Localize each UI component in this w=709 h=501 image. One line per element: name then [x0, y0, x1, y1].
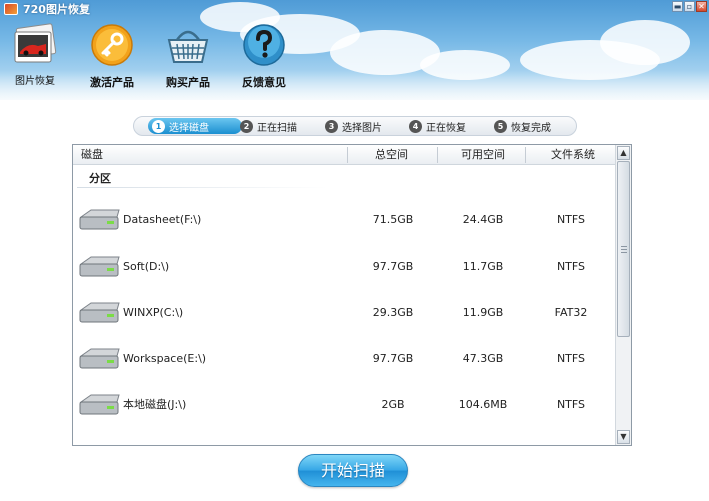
scroll-up-button[interactable]: ▲	[617, 146, 630, 160]
toolbar-photo-recovery[interactable]: 图片恢复	[8, 20, 62, 87]
table-row[interactable]: Datasheet(F:\) 71.5GB 24.4GB NTFS	[73, 203, 615, 237]
table-row[interactable]: WINXP(C:\) 29.3GB 11.9GB FAT32	[73, 296, 615, 330]
step-progress: 1 选择磁盘 2 正在扫描 3 选择图片 4 正在恢复 5 恢复完成	[133, 116, 577, 136]
disk-name: Datasheet(F:\)	[123, 213, 202, 226]
step-number: 4	[409, 119, 422, 133]
disk-fs: NTFS	[556, 260, 586, 273]
disk-total: 2GB	[381, 398, 405, 411]
step-recovering: 4 正在恢复	[409, 118, 466, 134]
disk-free: 47.3GB	[462, 352, 504, 365]
scroll-grip	[621, 249, 627, 250]
vertical-scrollbar[interactable]: ▲ ▼	[615, 145, 631, 445]
start-scan-button[interactable]: 开始扫描	[298, 454, 408, 487]
step-label: 恢复完成	[511, 122, 551, 134]
disk-total: 97.7GB	[372, 260, 414, 273]
cloud	[600, 20, 690, 65]
toolbar-label: 图片恢复	[15, 76, 55, 87]
hard-drive-icon	[79, 256, 120, 277]
disk-fs: NTFS	[556, 352, 586, 365]
window-controls: ▬ ▫ ✕	[671, 1, 707, 12]
table-row[interactable]: Workspace(E:\) 97.7GB 47.3GB NTFS	[73, 342, 615, 376]
column-divider[interactable]	[347, 147, 348, 163]
step-number: 3	[325, 119, 338, 133]
disk-list-panel: 磁盘 总空间 可用空间 文件系统 分区 Datasheet(F:\) 71.5G…	[72, 144, 632, 446]
title-bar[interactable]: 720图片恢复 ▬ ▫ ✕	[0, 0, 709, 18]
step-complete: 5 恢复完成	[494, 118, 551, 134]
window-title: 720图片恢复	[23, 3, 90, 16]
group-partition: 分区	[89, 172, 111, 185]
shopping-basket-icon	[165, 22, 211, 68]
table-row[interactable]: Soft(D:\) 97.7GB 11.7GB NTFS	[73, 250, 615, 284]
column-divider[interactable]	[525, 147, 526, 163]
header-banner: 720图片恢复 ▬ ▫ ✕ 图片恢复 激活产品 购买产品 反馈意见	[0, 0, 709, 100]
disk-total: 97.7GB	[372, 352, 414, 365]
column-total-space[interactable]: 总空间	[375, 145, 408, 165]
step-number: 1	[152, 119, 165, 133]
app-logo-icon	[4, 3, 18, 15]
hard-drive-icon	[79, 348, 120, 369]
maximize-button[interactable]: ▫	[684, 1, 695, 12]
step-select-images: 3 选择图片	[325, 118, 382, 134]
disk-total: 29.3GB	[372, 306, 414, 319]
toolbar-buy-product[interactable]: 购买产品	[160, 20, 216, 89]
scroll-grip	[621, 252, 627, 253]
hard-drive-icon	[79, 302, 120, 323]
disk-name: Workspace(E:\)	[123, 352, 207, 365]
toolbar-activate-product[interactable]: 激活产品	[84, 20, 140, 89]
column-disk[interactable]: 磁盘	[81, 145, 103, 165]
disk-total: 71.5GB	[372, 213, 414, 226]
disk-free: 104.6MB	[458, 398, 508, 411]
column-free-space[interactable]: 可用空间	[461, 145, 505, 165]
toolbar-feedback[interactable]: 反馈意见	[236, 20, 292, 89]
disk-name: Soft(D:\)	[123, 260, 170, 273]
table-row[interactable]: 本地磁盘(J:\) 2GB 104.6MB NTFS	[73, 388, 615, 422]
scroll-grip	[621, 246, 627, 247]
toolbar-label: 激活产品	[90, 76, 134, 89]
minimize-button[interactable]: ▬	[672, 1, 683, 12]
column-header: 磁盘 总空间 可用空间 文件系统	[73, 145, 615, 165]
group-divider	[77, 187, 327, 188]
step-select-disk: 1 选择磁盘	[148, 118, 242, 134]
key-icon	[89, 22, 135, 68]
scroll-thumb[interactable]	[617, 161, 630, 337]
step-number: 2	[240, 119, 253, 133]
toolbar: 图片恢复 激活产品 购买产品 反馈意见	[8, 20, 312, 89]
disk-fs: FAT32	[554, 306, 588, 319]
hard-drive-icon	[79, 394, 120, 415]
step-label: 正在扫描	[257, 122, 297, 134]
hard-drive-icon	[79, 209, 120, 230]
step-label: 选择图片	[342, 122, 382, 134]
step-label: 正在恢复	[426, 122, 466, 134]
close-button[interactable]: ✕	[696, 1, 707, 12]
disk-free: 11.9GB	[462, 306, 504, 319]
step-number: 5	[494, 119, 507, 133]
disk-name: WINXP(C:\)	[123, 306, 184, 319]
disk-free: 24.4GB	[462, 213, 504, 226]
step-scanning: 2 正在扫描	[240, 118, 297, 134]
step-label: 选择磁盘	[169, 122, 209, 134]
toolbar-label: 反馈意见	[242, 76, 286, 89]
disk-fs: NTFS	[556, 398, 586, 411]
column-file-system[interactable]: 文件系统	[551, 145, 595, 165]
disk-free: 11.7GB	[462, 260, 504, 273]
toolbar-label: 购买产品	[166, 76, 210, 89]
scroll-down-button[interactable]: ▼	[617, 430, 630, 444]
photo-recovery-icon	[12, 22, 58, 68]
question-icon	[241, 22, 287, 68]
disk-name: 本地磁盘(J:\)	[123, 398, 187, 411]
disk-fs: NTFS	[556, 213, 586, 226]
column-divider[interactable]	[437, 147, 438, 163]
